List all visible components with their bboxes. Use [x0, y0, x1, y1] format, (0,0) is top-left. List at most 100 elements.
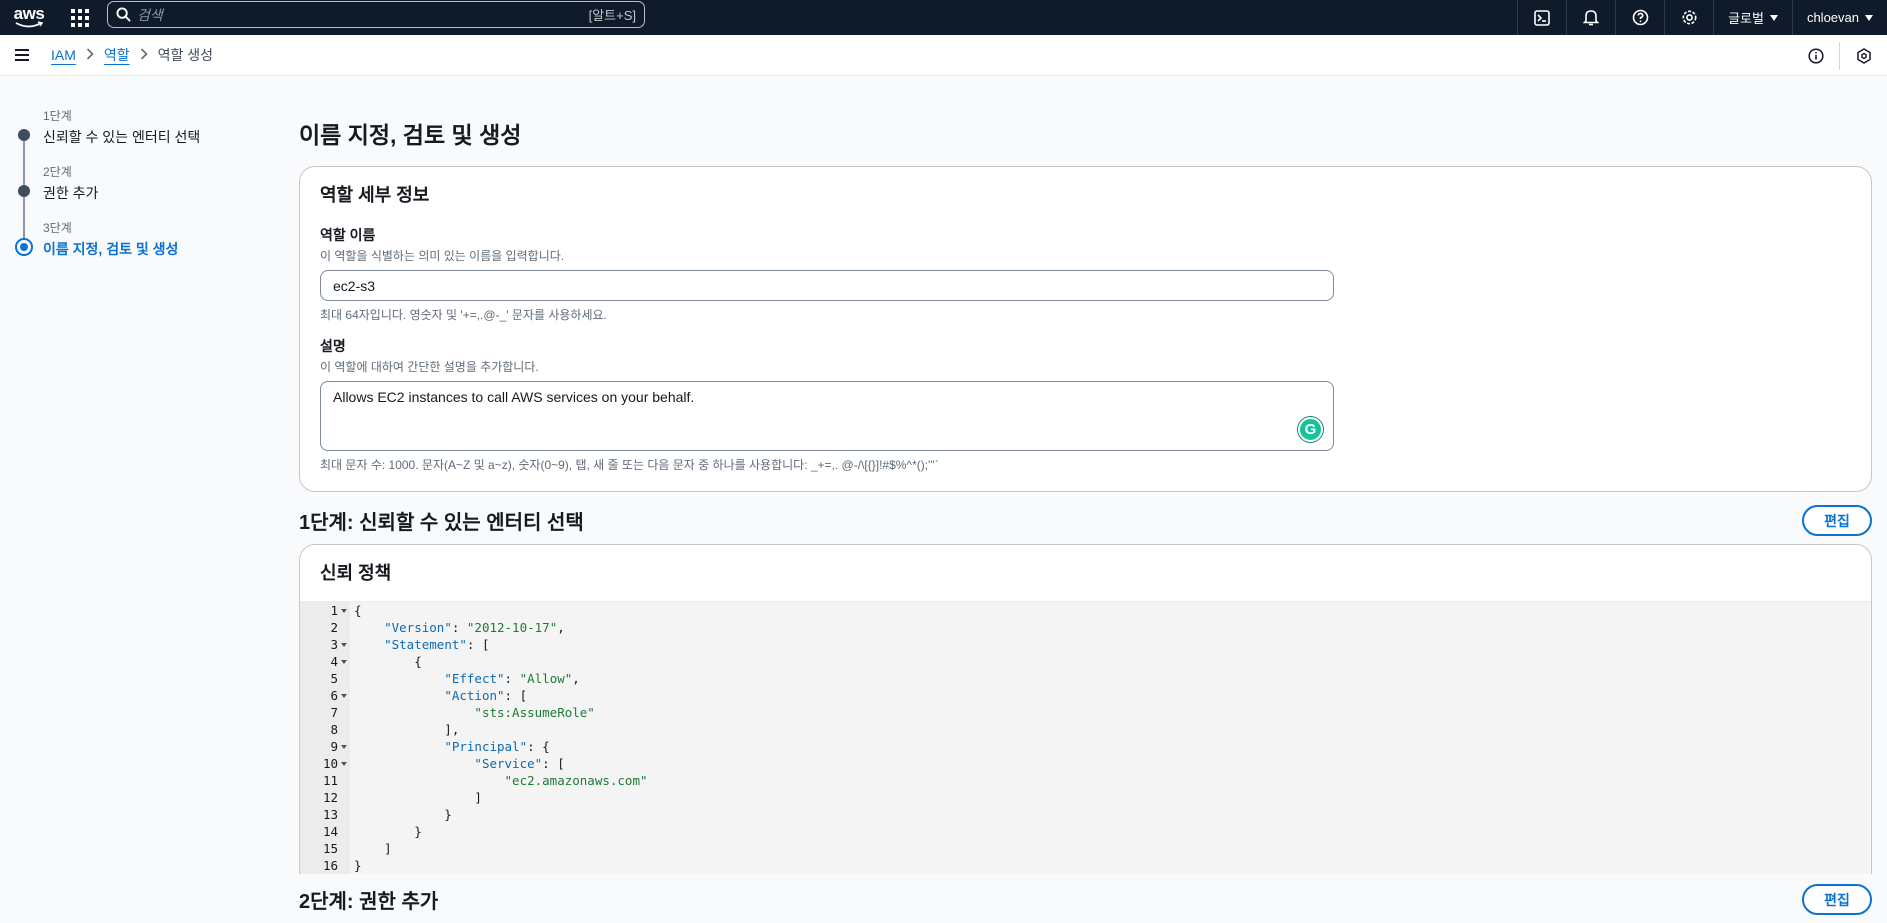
- user-name: chloevan: [1806, 10, 1859, 25]
- line-number: 14: [322, 824, 338, 839]
- step-2[interactable]: 2단계 권한 추가: [15, 163, 275, 243]
- code-line: }: [354, 824, 422, 839]
- user-menu[interactable]: chloevan: [1791, 0, 1887, 35]
- code-line: }: [354, 807, 452, 822]
- trust-policy-heading: 신뢰 정책: [320, 563, 392, 583]
- description-help: 이 역할에 대하여 간단한 설명을 추가합니다.: [320, 360, 539, 374]
- breadcrumb-bar: IAM 역할 역할 생성: [0, 35, 1887, 76]
- code-line: "sts:AssumeRole": [474, 705, 595, 720]
- line-number: 16: [322, 858, 338, 873]
- aws-smile-icon: [15, 20, 44, 27]
- edit-step2-button[interactable]: 편집: [1802, 884, 1872, 915]
- code-lines: { "Version": "2012-10-17", "Statement": …: [350, 602, 1871, 874]
- line-number[interactable]: 10: [300, 755, 350, 772]
- region-selector[interactable]: 글로벌: [1713, 0, 1792, 35]
- edit-step1-button[interactable]: 편집: [1802, 505, 1872, 536]
- step-dot-icon: [18, 185, 30, 197]
- code-line: "Statement": [: [384, 637, 490, 652]
- line-number: 13: [322, 807, 338, 822]
- line-number: 7: [330, 705, 338, 720]
- step-number: 3단계: [43, 221, 72, 235]
- wizard-steps: 1단계 신뢰할 수 있는 엔터티 선택 2단계 권한 추가 3단계 이름 지정,…: [15, 107, 275, 275]
- description-label: 설명: [320, 338, 346, 354]
- step-3: 3단계 이름 지정, 검토 및 생성: [15, 219, 275, 275]
- code-line: "Effect": "Allow",: [444, 671, 580, 686]
- step-label: 권한 추가: [43, 185, 99, 201]
- info-icon[interactable]: [1792, 35, 1839, 76]
- step2-heading: 2단계: 권한 추가: [299, 891, 439, 913]
- line-number[interactable]: 3: [300, 636, 350, 653]
- step1-heading: 1단계: 신뢰할 수 있는 엔터티 선택: [299, 512, 584, 534]
- line-number[interactable]: 6: [300, 687, 350, 704]
- aws-logo[interactable]: aws: [0, 0, 58, 35]
- line-number[interactable]: 4: [300, 653, 350, 670]
- code-line: ],: [354, 722, 460, 737]
- bell-icon[interactable]: [1566, 0, 1615, 35]
- code-editor[interactable]: 1 2 3 4 5 6 7 8 9 10 11 12 13 14 15 16 { "Version": "20…: [300, 601, 1871, 874]
- breadcrumb-current: 역할 생성: [157, 47, 214, 63]
- line-number: 8: [330, 722, 338, 737]
- line-number: 11: [322, 773, 338, 788]
- code-line: {: [354, 603, 362, 618]
- search-shortcut: [알트+S]: [588, 8, 636, 23]
- code-line: "Action": [: [444, 688, 528, 703]
- line-number: 5: [330, 671, 338, 686]
- chevron-right-icon: [86, 47, 94, 63]
- role-details-heading: 역할 세부 정보: [320, 185, 430, 205]
- breadcrumb: IAM 역할 역할 생성: [51, 45, 213, 65]
- line-number: 15: [322, 841, 338, 856]
- description-hint: 최대 문자 수: 1000. 문자(A~Z 및 a~z), 숫자(0~9), 탭…: [320, 458, 939, 472]
- cloudshell-icon[interactable]: [1517, 0, 1566, 35]
- line-number-gutter: 1 2 3 4 5 6 7 8 9 10 11 12 13 14 15 16: [300, 602, 350, 874]
- region-label: 글로벌: [1728, 11, 1764, 26]
- description-textarea[interactable]: Allows EC2 instances to call AWS service…: [320, 381, 1334, 451]
- role-name-description: 이 역할을 식별하는 의미 있는 이름을 입력합니다.: [320, 249, 565, 263]
- chevron-down-icon: [1769, 14, 1778, 21]
- description-value: Allows EC2 instances to call AWS service…: [333, 389, 695, 405]
- step-current-icon: [15, 238, 33, 256]
- hexagon-settings-icon[interactable]: [1840, 35, 1887, 76]
- step-label: 이름 지정, 검토 및 생성: [43, 241, 179, 257]
- trust-policy-container: 신뢰 정책 1 2 3 4 5 6 7 8 9 10 11 12 13 14 15 16 { "Version…: [299, 544, 1872, 874]
- step-number: 2단계: [43, 165, 72, 179]
- line-number: 12: [322, 790, 338, 805]
- code-line: {: [414, 654, 422, 669]
- step-label: 신뢰할 수 있는 엔터티 선택: [43, 129, 201, 145]
- step-dot-icon: [18, 129, 30, 141]
- line-number[interactable]: 9: [300, 738, 350, 755]
- menu-icon[interactable]: [15, 46, 29, 64]
- step1-section-header: 1단계: 신뢰할 수 있는 엔터티 선택 편집: [299, 505, 1872, 536]
- search-input[interactable]: 검색 [알트+S]: [107, 1, 645, 28]
- role-details-container: 역할 세부 정보 역할 이름 이 역할을 식별하는 의미 있는 이름을 입력합니…: [299, 166, 1872, 492]
- main-content: 이름 지정, 검토 및 생성 역할 세부 정보 역할 이름 이 역할을 식별하는…: [299, 76, 1872, 923]
- chevron-down-icon: [1865, 14, 1873, 21]
- step-1[interactable]: 1단계 신뢰할 수 있는 엔터티 선택: [15, 107, 275, 187]
- code-line: "ec2.amazonaws.com": [504, 773, 648, 788]
- role-name-input[interactable]: ec2-s3: [320, 270, 1334, 301]
- role-name-label: 역할 이름: [320, 227, 376, 243]
- services-menu-icon[interactable]: [68, 6, 92, 30]
- aws-logo-text: aws: [13, 3, 45, 23]
- breadcrumb-roles[interactable]: 역할: [104, 45, 130, 65]
- line-number[interactable]: 1: [300, 602, 350, 619]
- search-placeholder: 검색: [137, 6, 163, 23]
- code-line: ]: [354, 841, 392, 856]
- code-line: "Principal": {: [444, 739, 550, 754]
- page-title: 이름 지정, 검토 및 생성: [299, 122, 522, 148]
- line-number: 2: [330, 620, 338, 635]
- code-line: "Service": [: [474, 756, 565, 771]
- step-number: 1단계: [43, 109, 72, 123]
- role-name-value: ec2-s3: [333, 277, 376, 294]
- search-icon: [116, 7, 131, 22]
- step2-section-header: 2단계: 권한 추가 편집: [299, 884, 1872, 915]
- code-line: "Version": "2012-10-17",: [384, 620, 565, 635]
- code-line: }: [354, 858, 362, 873]
- help-icon[interactable]: [1615, 0, 1664, 35]
- gear-icon[interactable]: [1664, 0, 1713, 35]
- chevron-right-icon: [140, 47, 148, 63]
- code-line: ]: [354, 790, 482, 805]
- grammarly-icon[interactable]: G: [1298, 417, 1323, 442]
- role-name-hint: 최대 64자입니다. 영숫자 및 '+=,.@-_' 문자를 사용하세요.: [320, 308, 607, 322]
- breadcrumb-iam[interactable]: IAM: [51, 47, 76, 63]
- top-navigation: aws 검색 [알트+S] 글로벌 chloevan: [0, 0, 1887, 35]
